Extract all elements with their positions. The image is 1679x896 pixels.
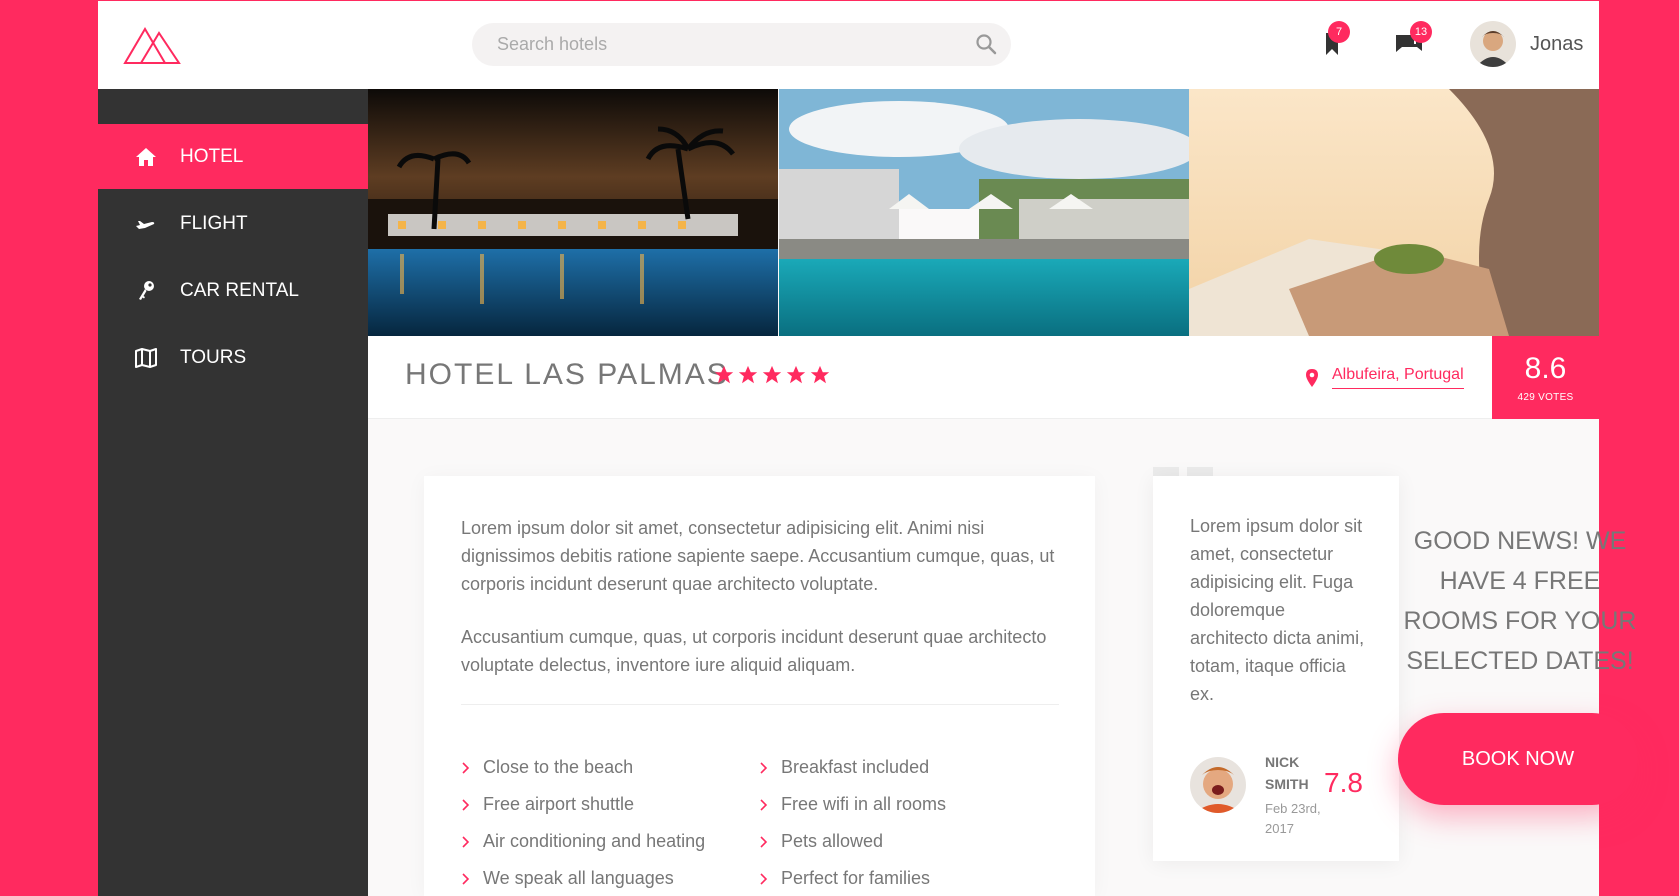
hotel-location: Albufeira, Portugal [1303, 366, 1464, 389]
sidebar-item-label: HOTEL [180, 145, 244, 167]
chevron-right-icon [462, 835, 470, 848]
map-icon [135, 347, 157, 368]
cliff-terrace-photo[interactable] [1189, 89, 1599, 336]
messages-button[interactable]: 13 [1388, 21, 1432, 67]
bookmarks-button[interactable]: 7 [1312, 21, 1352, 67]
star-icon [714, 365, 734, 384]
sidebar-item-car-rental[interactable]: CAR RENTAL [98, 258, 368, 323]
feature-label: Free airport shuttle [483, 794, 635, 814]
feature-list: Close to the beach Breakfast included Fr… [461, 756, 1057, 890]
home-icon [136, 147, 156, 166]
night-pool-photo[interactable] [368, 89, 778, 336]
chevron-right-icon [462, 872, 470, 885]
location-link[interactable]: Albufeira, Portugal [1332, 366, 1464, 389]
chevron-right-icon [760, 761, 768, 774]
feature-label: Pets allowed [781, 831, 884, 851]
sidebar-item-label: TOURS [180, 346, 247, 368]
hotel-title-bar: HOTEL LAS PALMAS Albufeira, Portugal 8.6… [368, 336, 1599, 419]
feature-label: Close to the beach [483, 757, 634, 777]
star-icon [738, 365, 758, 384]
description-paragraph: Lorem ipsum dolor sit amet, consectetur … [461, 518, 1055, 594]
day-pool-photo[interactable] [778, 89, 1189, 336]
book-now-button[interactable]: BOOK NOW [1398, 713, 1638, 805]
feature-label: We speak all languages [483, 868, 674, 888]
search-input[interactable] [472, 23, 1011, 66]
chevron-right-icon [462, 761, 470, 774]
review-text: Lorem ipsum dolor sit amet, consectetur … [1190, 516, 1365, 704]
feature-label: Breakfast included [781, 757, 930, 777]
messages-badge: 13 [1410, 21, 1432, 43]
rating-votes: 429 VOTES [1517, 392, 1574, 403]
user-name: Jonas [1530, 32, 1584, 55]
star-rating [713, 364, 833, 386]
user-menu[interactable]: Jonas [1470, 21, 1583, 67]
hotel-rating-box: 8.6 429 VOTES [1492, 336, 1599, 419]
review-score: 7.8 [1324, 767, 1363, 798]
list-item: Pets allowed [759, 830, 1057, 853]
feature-label: Free wifi in all rooms [781, 794, 947, 814]
search-icon[interactable] [975, 33, 997, 55]
sidebar-item-label: CAR RENTAL [180, 279, 299, 301]
key-icon [139, 280, 154, 300]
reviewer: NICK SMITH Feb 23rd, 2017 7.8 [1190, 751, 1370, 841]
list-item: Free wifi in all rooms [759, 793, 1057, 816]
list-item: Air conditioning and heating [461, 830, 759, 853]
star-icon [810, 365, 830, 384]
sidebar: HOTEL FLIGHT CAR RENTAL TOURS [98, 89, 368, 896]
airplane-icon [136, 220, 155, 229]
feature-label: Perfect for families [781, 868, 931, 888]
cta-message: GOOD NEWS! WE HAVE 4 FREE ROOMS FOR YOUR… [1403, 527, 1637, 675]
avatar[interactable] [1190, 757, 1246, 813]
divider [461, 704, 1059, 705]
reviewer-name: NICK SMITH [1265, 754, 1309, 792]
chevron-right-icon [462, 798, 470, 811]
photo-gallery [368, 89, 1599, 336]
avatar[interactable] [1470, 21, 1516, 67]
chevron-right-icon [760, 872, 768, 885]
sidebar-item-hotel[interactable]: HOTEL [98, 124, 368, 189]
bookmarks-badge: 7 [1328, 21, 1350, 43]
rating-score: 8.6 [1524, 352, 1567, 385]
list-item: Close to the beach [461, 756, 759, 779]
list-item: Perfect for families [759, 867, 1057, 890]
sidebar-item-tours[interactable]: TOURS [98, 325, 368, 390]
list-item: Free airport shuttle [461, 793, 759, 816]
search-bar [472, 23, 1011, 66]
chevron-right-icon [760, 798, 768, 811]
review-card: Lorem ipsum dolor sit amet, consectetur … [1153, 476, 1399, 861]
mountains-logo-icon[interactable] [123, 25, 181, 65]
star-icon [762, 365, 782, 384]
map-pin-icon [1306, 368, 1318, 387]
sidebar-item-label: FLIGHT [180, 212, 248, 234]
app-window: 7 13 Jonas [98, 1, 1638, 896]
review-date: Feb 23rd, 2017 [1265, 801, 1321, 836]
list-item: Breakfast included [759, 756, 1057, 779]
sidebar-item-flight[interactable]: FLIGHT [98, 191, 368, 256]
description-card: Lorem ipsum dolor sit amet, consectetur … [424, 476, 1095, 896]
feature-label: Air conditioning and heating [483, 831, 706, 851]
top-header: 7 13 Jonas [98, 1, 1599, 89]
star-icon [786, 365, 806, 384]
chevron-right-icon [760, 835, 768, 848]
hotel-name: HOTEL LAS PALMAS [405, 358, 729, 391]
list-item: We speak all languages [461, 867, 759, 890]
description-paragraph: Accusantium cumque, quas, ut corporis in… [461, 627, 1047, 675]
